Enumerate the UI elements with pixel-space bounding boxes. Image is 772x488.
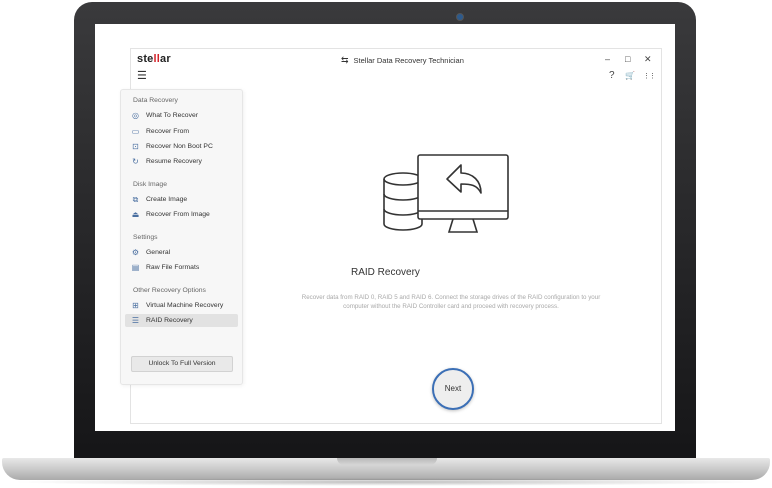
- sidebar-item-label: Virtual Machine Recovery: [146, 302, 224, 309]
- resume-icon: ↻: [132, 157, 139, 166]
- window-title-group: ⇆ Stellar Data Recovery Technician: [341, 55, 464, 66]
- image-icon: ⏏: [131, 210, 140, 219]
- database-stack-icon: [383, 172, 423, 231]
- camera-icon: [456, 13, 464, 21]
- section-title-other-recovery: Other Recovery Options: [133, 287, 206, 294]
- sidebar-item-raw-file-formats[interactable]: ▤ Raw File Formats: [125, 261, 238, 274]
- section-title-settings: Settings: [133, 234, 158, 241]
- apps-grid-icon[interactable]: ⋮⋮: [643, 72, 656, 80]
- vm-icon: ⊞: [132, 301, 139, 310]
- laptop-shadow: [10, 478, 762, 486]
- sidebar-item-general[interactable]: ⚙ General: [125, 246, 238, 259]
- sidebar-item-recover-from[interactable]: ▭ Recover From: [125, 125, 238, 138]
- minimize-button[interactable]: –: [605, 54, 610, 64]
- sidebar-item-what-to-recover[interactable]: ◎ What To Recover: [125, 109, 238, 122]
- monitor-icon: [417, 154, 509, 233]
- help-icon[interactable]: ?: [609, 70, 615, 81]
- sidebar-item-label: Recover From Image: [146, 211, 210, 218]
- sidebar-item-recover-non-boot-pc[interactable]: ⊡ Recover Non Boot PC: [125, 140, 238, 153]
- cart-icon[interactable]: 🛒: [625, 71, 635, 80]
- menu-icon[interactable]: ☰: [137, 69, 147, 82]
- unlock-full-version-button[interactable]: Unlock To Full Version: [131, 356, 233, 372]
- app-window: stellar ⇆ Stellar Data Recovery Technicia…: [120, 48, 662, 424]
- database-icon: ☰: [131, 316, 140, 325]
- sidebar: Data Recovery ◎ What To Recover ▭ Recover …: [120, 89, 243, 385]
- close-button[interactable]: ✕: [644, 54, 652, 65]
- sidebar-item-label: General: [146, 249, 171, 256]
- raid-recovery-illustration: [383, 154, 509, 233]
- sidebar-item-label: RAID Recovery: [146, 317, 193, 324]
- sidebar-item-raid-recovery[interactable]: ☰ RAID Recovery: [125, 314, 238, 327]
- laptop-base: [2, 458, 770, 480]
- sidebar-item-create-image[interactable]: ⧉ Create Image: [125, 193, 238, 206]
- back-arrow-icon[interactable]: ⇆: [341, 55, 349, 65]
- section-title-data-recovery: Data Recovery: [133, 97, 178, 104]
- sidebar-item-label: What To Recover: [146, 112, 199, 119]
- monitor-icon: ⊡: [132, 142, 139, 151]
- stellar-logo: stellar: [137, 53, 171, 65]
- sidebar-item-label: Create Image: [146, 196, 188, 203]
- laptop-screen: stellar ⇆ Stellar Data Recovery Technicia…: [95, 24, 675, 431]
- maximize-button[interactable]: □: [625, 54, 630, 64]
- sidebar-item-label: Raw File Formats: [146, 264, 200, 271]
- target-icon: ◎: [132, 111, 139, 120]
- page-title: RAID Recovery: [351, 267, 420, 278]
- file-formats-icon: ▤: [131, 263, 140, 272]
- sidebar-item-label: Recover From: [146, 128, 190, 135]
- next-button[interactable]: Next: [432, 368, 474, 410]
- sidebar-item-label: Recover Non Boot PC: [146, 143, 213, 150]
- toolbar: ☰ ? 🛒 ⋮⋮: [131, 69, 661, 85]
- window-title: Stellar Data Recovery Technician: [353, 56, 464, 65]
- sidebar-item-virtual-machine-recovery[interactable]: ⊞ Virtual Machine Recovery: [125, 299, 238, 312]
- base-notch: [337, 458, 437, 465]
- create-image-icon: ⧉: [132, 195, 139, 204]
- section-title-disk-image: Disk Image: [133, 181, 167, 188]
- sidebar-item-recover-from-image[interactable]: ⏏ Recover From Image: [125, 208, 238, 221]
- sidebar-item-label: Resume Recovery: [146, 158, 202, 165]
- gear-icon: ⚙: [131, 248, 140, 257]
- title-bar: stellar ⇆ Stellar Data Recovery Technicia…: [131, 49, 661, 69]
- sidebar-item-resume-recovery[interactable]: ↻ Resume Recovery: [125, 155, 238, 168]
- page-description: Recover data from RAID 0, RAID 5 and RAI…: [301, 294, 601, 310]
- drive-icon: ▭: [131, 127, 140, 136]
